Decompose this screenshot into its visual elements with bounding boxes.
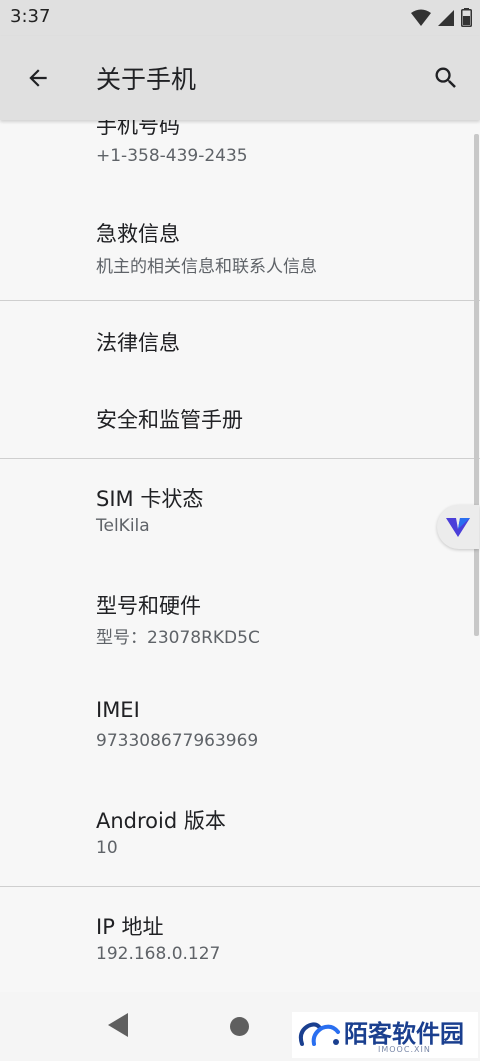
list-item-sim-status[interactable]: SIM 卡状态 TelKila: [0, 459, 480, 566]
list-item-android-version[interactable]: Android 版本 10: [0, 781, 480, 887]
watermark-subtext: IMOOC.XIN: [378, 1045, 431, 1054]
nav-back-icon[interactable]: [106, 1012, 130, 1038]
wifi-icon: [411, 9, 431, 26]
item-summary: 型号：23078RKD5C: [96, 628, 260, 648]
list-item-phone-number[interactable]: 手机号码 +1-358-439-2435: [0, 120, 480, 190]
list-item-ip-address[interactable]: IP 地址 192.168.0.127: [0, 887, 480, 992]
list-item-model-hardware[interactable]: 型号和硬件 型号：23078RKD5C: [0, 566, 480, 673]
watermark-text: 陌客软件园: [344, 1019, 464, 1048]
item-summary: 192.168.0.127: [96, 944, 221, 964]
list-item-legal-info[interactable]: 法律信息: [0, 301, 480, 379]
item-summary: +1-358-439-2435: [96, 146, 248, 166]
watermark: 陌客软件园 IMOOC.XIN: [292, 1012, 478, 1058]
status-time: 3:37: [10, 6, 51, 27]
item-title: 手机号码: [96, 120, 180, 138]
arrow-back-icon: [29, 69, 47, 87]
status-bar: 3:37: [0, 0, 480, 36]
item-title: IP 地址: [96, 915, 164, 939]
item-summary: 机主的相关信息和联系人信息: [96, 257, 317, 277]
nav-home-icon[interactable]: [230, 1017, 249, 1036]
page-title: 关于手机: [96, 65, 197, 94]
item-summary: 10: [96, 838, 118, 858]
settings-list[interactable]: 手机号码 +1-358-439-2435 急救信息 机主的相关信息和联系人信息 …: [0, 120, 480, 992]
item-title: IMEI: [96, 698, 140, 722]
item-title: 急救信息: [96, 222, 180, 246]
v-logo-icon: [446, 518, 470, 537]
item-summary: 973308677963969: [96, 731, 259, 751]
item-title: 型号和硬件: [96, 594, 201, 618]
watermark-logo-icon: [298, 1022, 340, 1046]
list-item-emergency-info[interactable]: 急救信息 机主的相关信息和联系人信息: [0, 198, 480, 300]
status-icons: [411, 8, 472, 27]
item-title: Android 版本: [96, 809, 226, 833]
list-item-safety-manual[interactable]: 安全和监管手册: [0, 379, 480, 458]
battery-icon: [461, 8, 472, 27]
back-button[interactable]: [18, 58, 58, 98]
item-title: 安全和监管手册: [96, 408, 243, 432]
floating-assistant-button[interactable]: [437, 505, 479, 549]
search-button[interactable]: [426, 58, 466, 98]
item-title: SIM 卡状态: [96, 487, 204, 511]
item-summary: TelKila: [96, 516, 150, 536]
scrollbar[interactable]: [474, 134, 479, 636]
list-item-imei[interactable]: IMEI 973308677963969: [0, 673, 480, 781]
item-title: 法律信息: [96, 331, 180, 355]
search-icon: [435, 67, 456, 88]
signal-icon: [438, 9, 454, 26]
app-bar: 关于手机: [0, 36, 480, 120]
